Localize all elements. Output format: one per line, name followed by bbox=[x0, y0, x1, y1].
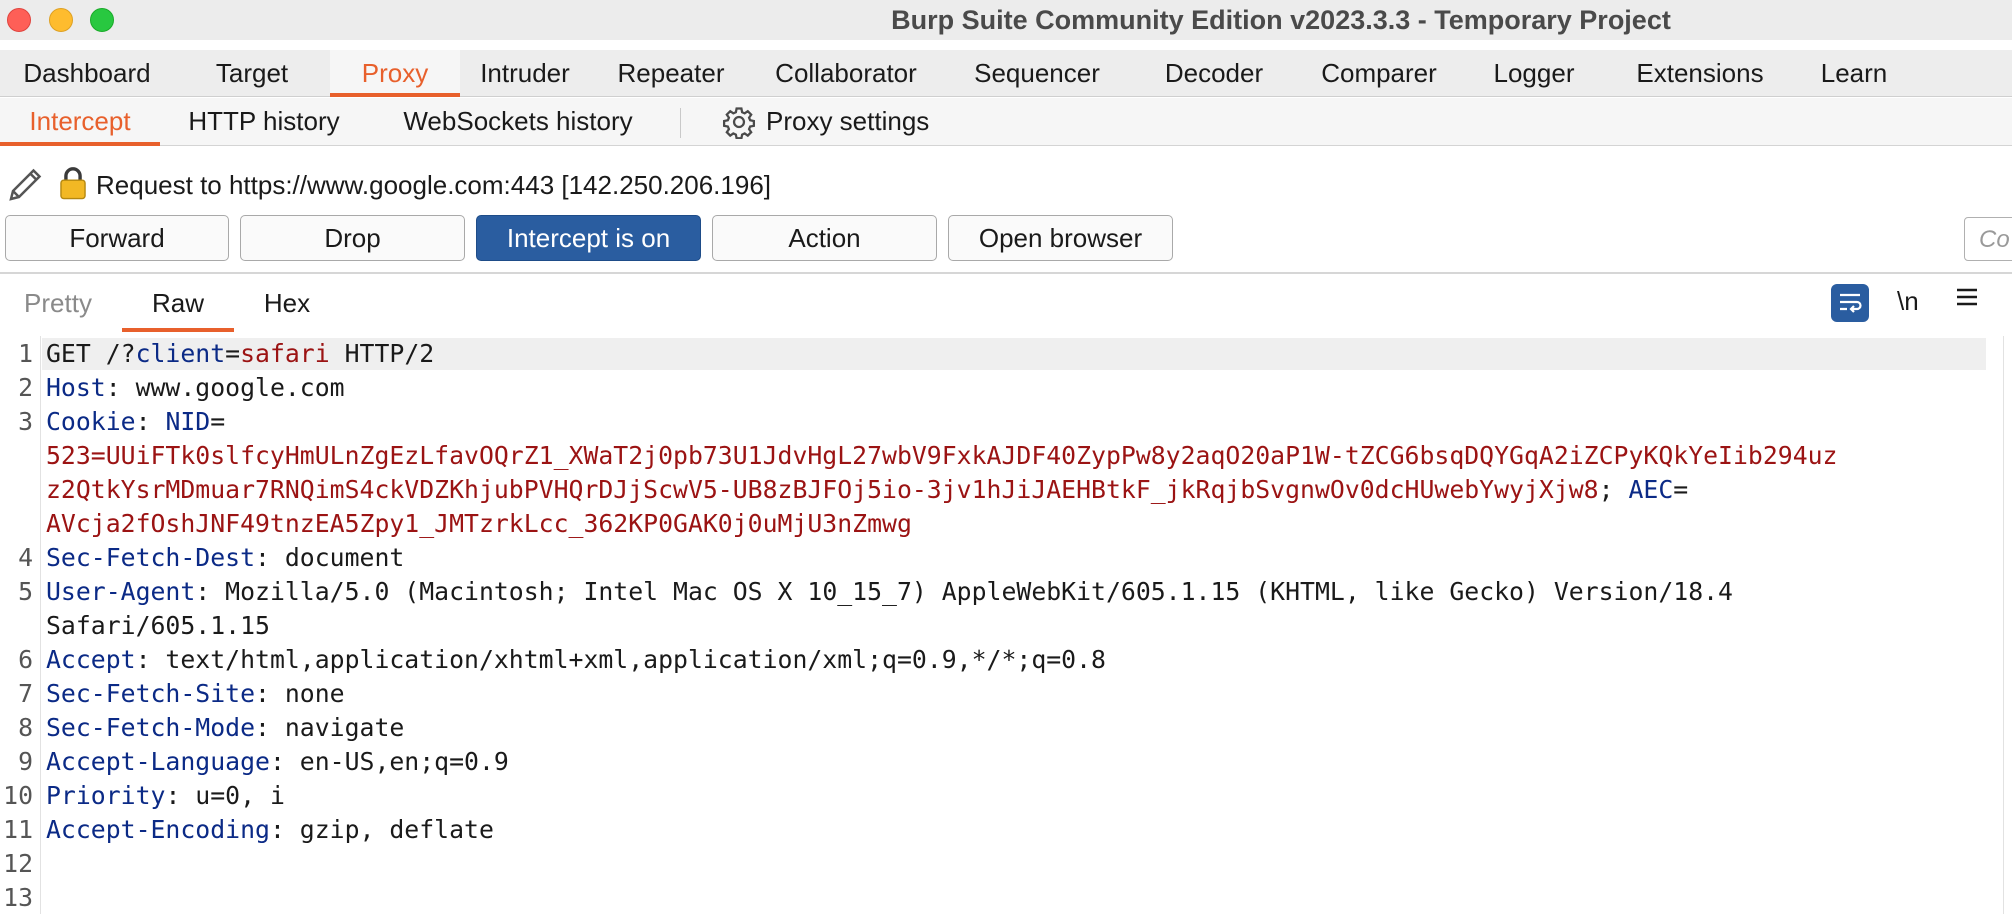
line-number: 11 bbox=[3, 815, 33, 844]
tab-decoder[interactable]: Decoder bbox=[1134, 50, 1294, 96]
word-wrap-icon bbox=[1840, 293, 1862, 313]
tab-pretty[interactable]: Pretty bbox=[14, 274, 102, 332]
tab-raw[interactable]: Raw bbox=[122, 274, 234, 332]
hamburger-menu-icon bbox=[1957, 288, 1977, 306]
line-number: 10 bbox=[3, 781, 33, 810]
cookie-value: AVcja2fOshJNF49tnzEA5Zpy1_JMTzrkLcc_362K… bbox=[46, 509, 912, 538]
line-number: 5 bbox=[18, 577, 33, 606]
header-line: Accept: text/html,application/xhtml+xml,… bbox=[46, 645, 1106, 674]
title-bar: Burp Suite Community Edition v2023.3.3 -… bbox=[0, 0, 2012, 40]
drop-button[interactable]: Drop bbox=[240, 215, 465, 261]
tab-intruder[interactable]: Intruder bbox=[460, 50, 590, 96]
tab-proxy[interactable]: Proxy bbox=[330, 50, 460, 97]
tab-websockets-history[interactable]: WebSockets history bbox=[388, 98, 648, 145]
request-line: GET /?client=safari HTTP/2 bbox=[46, 339, 435, 368]
tab-logger[interactable]: Logger bbox=[1464, 50, 1604, 96]
proxy-sub-tab-bar: Intercept HTTP history WebSockets histor… bbox=[0, 98, 2012, 146]
scrollbar-track[interactable] bbox=[2003, 336, 2004, 914]
tab-dashboard[interactable]: Dashboard bbox=[0, 50, 174, 96]
tab-learn[interactable]: Learn bbox=[1796, 50, 1912, 96]
open-browser-button[interactable]: Open browser bbox=[948, 215, 1173, 261]
lock-icon bbox=[60, 167, 86, 200]
header-line: Sec-Fetch-Dest: document bbox=[46, 543, 405, 572]
header-line-continuation: Safari/605.1.15 bbox=[46, 611, 270, 640]
proxy-settings-label: Proxy settings bbox=[766, 106, 930, 136]
action-button[interactable]: Action bbox=[712, 215, 937, 261]
tab-extensions[interactable]: Extensions bbox=[1604, 50, 1796, 96]
line-number: 9 bbox=[18, 747, 33, 776]
line-number: 2 bbox=[18, 373, 33, 402]
show-newlines-button[interactable]: \n bbox=[1897, 286, 1919, 317]
proxy-settings-button[interactable]: Proxy settings bbox=[722, 98, 929, 145]
window-title: Burp Suite Community Edition v2023.3.3 -… bbox=[891, 5, 1671, 35]
line-number: 12 bbox=[3, 849, 33, 878]
request-target: Request to https://www.google.com:443 [1… bbox=[96, 170, 772, 200]
header-line: User-Agent: Mozilla/5.0 (Macintosh; Inte… bbox=[46, 577, 1733, 606]
gear-icon bbox=[722, 106, 756, 139]
cookie-value: 523=UUiFTk0slfcyHmULnZgEzLfavOQrZ1_XWaT2… bbox=[46, 441, 1838, 470]
tab-http-history[interactable]: HTTP history bbox=[170, 98, 358, 145]
header-line: Priority: u=0, i bbox=[46, 781, 285, 810]
intercept-toggle-button[interactable]: Intercept is on bbox=[476, 215, 701, 261]
header-line: Accept-Language: en-US,en;q=0.9 bbox=[46, 747, 509, 776]
main-tab-bar: Dashboard Target Proxy Intruder Repeater… bbox=[0, 50, 2012, 97]
header-line: Sec-Fetch-Mode: navigate bbox=[46, 713, 405, 742]
line-number: 13 bbox=[3, 883, 33, 912]
header-line: Host: www.google.com bbox=[46, 373, 345, 402]
tab-divider bbox=[680, 108, 681, 138]
line-number: 3 bbox=[18, 407, 33, 436]
cookie-value: z2QtkYsrMDmuar7RNQimS4ckVDZKhjubPVHQrDJj… bbox=[46, 475, 1689, 504]
tab-repeater[interactable]: Repeater bbox=[590, 50, 752, 96]
comment-field[interactable]: Co bbox=[1964, 217, 2012, 261]
header-line: Cookie: NID= bbox=[46, 407, 226, 436]
tab-sequencer[interactable]: Sequencer bbox=[940, 50, 1134, 96]
forward-button[interactable]: Forward bbox=[5, 215, 229, 261]
message-editor: Pretty Raw Hex \n 1 2 3 4 5 6 7 8 9 10 1… bbox=[0, 274, 2012, 914]
header-line: Sec-Fetch-Site: none bbox=[46, 679, 345, 708]
line-number: 7 bbox=[18, 679, 33, 708]
pencil-icon[interactable] bbox=[6, 164, 46, 204]
editor-menu-button[interactable] bbox=[1954, 284, 1980, 316]
line-number: 6 bbox=[18, 645, 33, 674]
tab-hex[interactable]: Hex bbox=[250, 274, 324, 332]
tab-intercept[interactable]: Intercept bbox=[0, 98, 160, 146]
line-number: 1 bbox=[18, 339, 33, 368]
tab-collaborator[interactable]: Collaborator bbox=[752, 50, 940, 96]
word-wrap-button[interactable] bbox=[1831, 284, 1869, 322]
gutter-divider bbox=[40, 336, 41, 914]
tab-target[interactable]: Target bbox=[174, 50, 330, 96]
line-number: 8 bbox=[18, 713, 33, 742]
tab-comparer[interactable]: Comparer bbox=[1294, 50, 1464, 96]
line-number: 4 bbox=[18, 543, 33, 572]
header-line: Accept-Encoding: gzip, deflate bbox=[46, 815, 494, 844]
